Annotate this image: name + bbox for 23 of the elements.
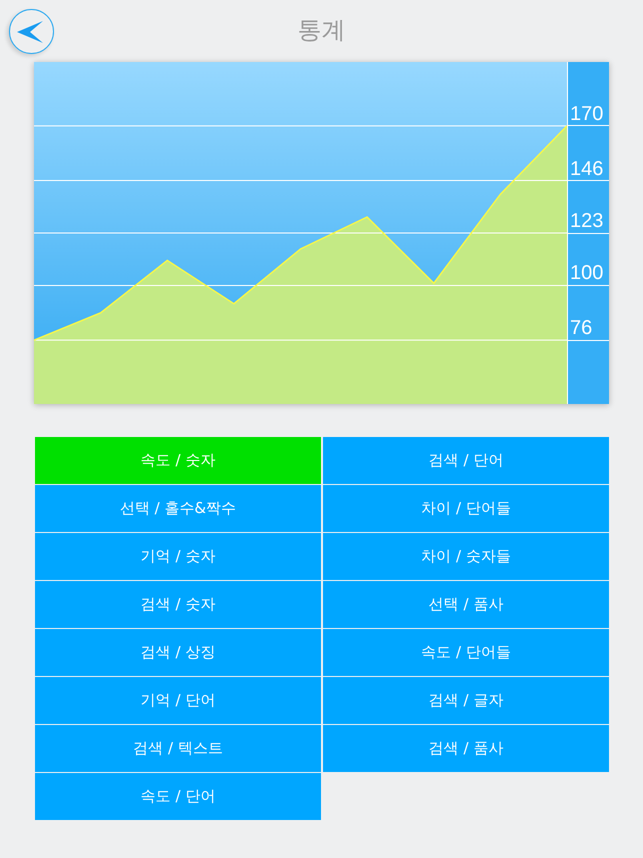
back-button[interactable] [9, 9, 54, 54]
y-tick-label: 76 [570, 317, 592, 340]
mode-button[interactable]: 검색 / 상징 [35, 629, 321, 676]
mode-button[interactable]: 차이 / 숫자들 [323, 533, 609, 580]
mode-button[interactable]: 속도 / 단어들 [323, 629, 609, 676]
mode-button[interactable]: 선택 / 품사 [323, 581, 609, 628]
y-tick-label: 170 [570, 102, 604, 125]
mode-button[interactable]: 검색 / 품사 [323, 725, 609, 772]
mode-button[interactable]: 속도 / 단어 [35, 773, 321, 820]
mode-button[interactable]: 차이 / 단어들 [323, 485, 609, 532]
y-tick-label: 100 [570, 262, 604, 284]
y-tick-label: 123 [570, 210, 604, 232]
mode-button[interactable]: 기억 / 단어 [35, 677, 321, 724]
mode-button[interactable]: 기억 / 숫자 [35, 533, 321, 580]
mode-button[interactable]: 속도 / 숫자 [35, 437, 321, 484]
mode-button[interactable]: 선택 / 홀수&짝수 [35, 485, 321, 532]
y-tick-label: 146 [570, 158, 604, 180]
back-arrow-icon [16, 20, 44, 44]
mode-button[interactable]: 검색 / 글자 [323, 677, 609, 724]
mode-button[interactable]: 검색 / 텍스트 [35, 725, 321, 772]
page-title: 통계 [298, 15, 346, 46]
mode-button[interactable]: 검색 / 단어 [323, 437, 609, 484]
mode-button[interactable]: 검색 / 숫자 [35, 581, 321, 628]
